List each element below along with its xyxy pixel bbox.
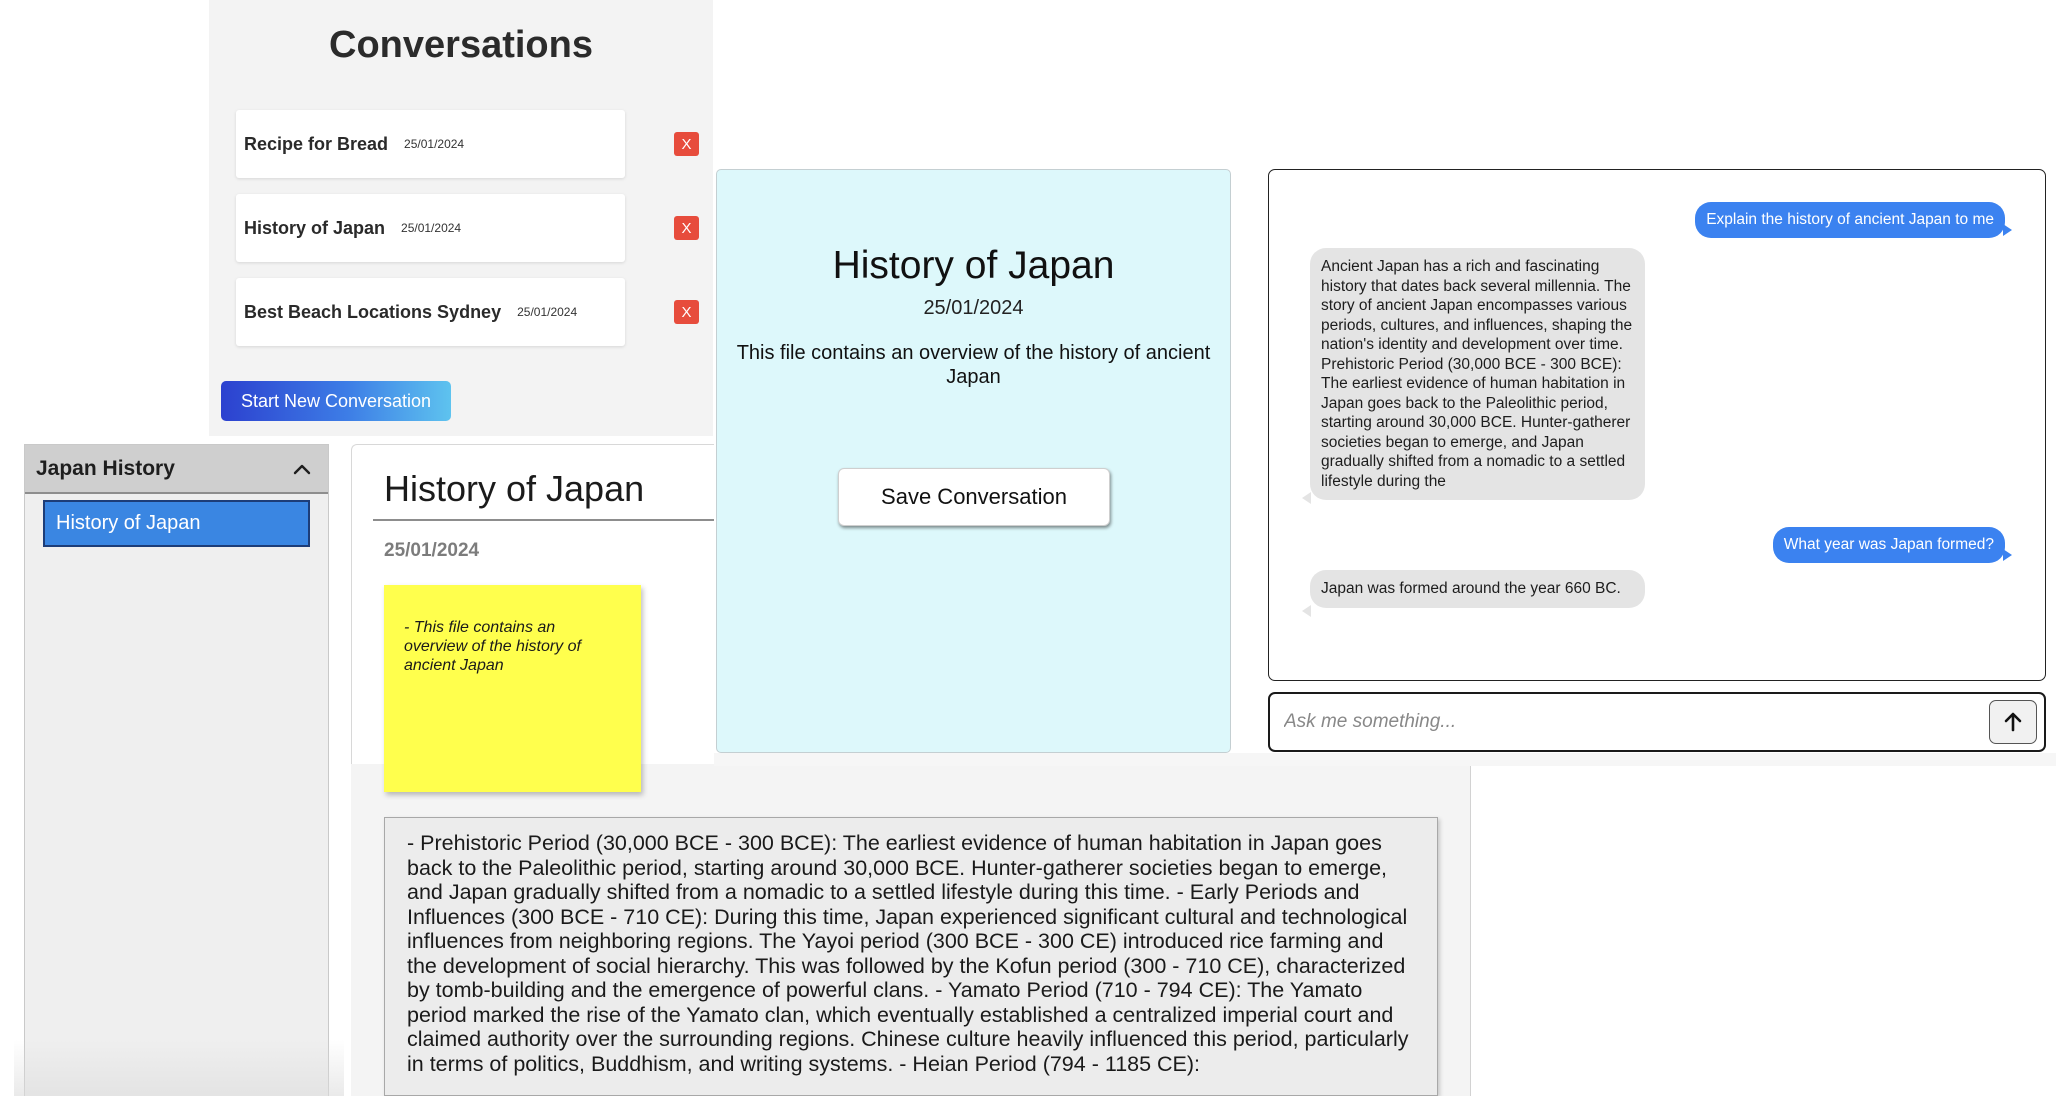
chat-panel: Explain the history of ancient Japan to … bbox=[1268, 169, 2046, 681]
detail-description: This file contains an overview of the hi… bbox=[736, 342, 1211, 388]
conversation-detail-card: History of Japan 25/01/2024 This file co… bbox=[716, 169, 1231, 753]
save-conversation-button[interactable]: Save Conversation bbox=[838, 468, 1110, 526]
conversations-title: Conversations bbox=[329, 24, 593, 66]
folder-sidebar: Japan History History of Japan bbox=[24, 444, 329, 1096]
document-title: History of Japan bbox=[384, 468, 645, 509]
sidebar-item-history-of-japan[interactable]: History of Japan bbox=[43, 500, 310, 547]
folder-name: Japan History bbox=[36, 456, 175, 480]
assistant-bubble-tail bbox=[1302, 492, 1311, 504]
conversation-item[interactable]: Recipe for Bread 25/01/2024 bbox=[236, 110, 625, 178]
conversation-date: 25/01/2024 bbox=[404, 137, 465, 151]
detail-date: 25/01/2024 bbox=[923, 297, 1024, 319]
arrow-up-icon bbox=[2004, 712, 2022, 732]
chat-input[interactable] bbox=[1284, 702, 1964, 742]
conversation-name: Best Beach Locations Sydney bbox=[244, 301, 502, 322]
conversation-name: History of Japan bbox=[244, 217, 386, 238]
user-bubble-tail bbox=[2003, 224, 2012, 236]
delete-conversation-button[interactable]: X bbox=[674, 216, 699, 240]
document-date: 25/01/2024 bbox=[384, 540, 480, 561]
conversation-item[interactable]: Best Beach Locations Sydney 25/01/2024 bbox=[236, 278, 625, 346]
chevron-up-icon[interactable] bbox=[292, 459, 312, 479]
assistant-message: Ancient Japan has a rich and fascinating… bbox=[1310, 248, 1645, 500]
user-message: Explain the history of ancient Japan to … bbox=[1695, 202, 2005, 238]
conversation-name: Recipe for Bread bbox=[244, 133, 389, 154]
start-new-conversation-button[interactable]: Start New Conversation bbox=[221, 381, 451, 421]
user-bubble-tail bbox=[2003, 549, 2012, 561]
assistant-message: Japan was formed around the year 660 BC. bbox=[1310, 570, 1645, 608]
send-button[interactable] bbox=[1989, 700, 2037, 744]
panel-divider bbox=[714, 753, 2056, 766]
conversation-date: 25/01/2024 bbox=[401, 221, 462, 235]
chat-input-bar bbox=[1268, 692, 2046, 752]
title-divider bbox=[373, 519, 714, 521]
sidebar-shadow bbox=[14, 1040, 344, 1096]
assistant-bubble-tail bbox=[1302, 605, 1311, 617]
sticky-note[interactable]: - This file contains an overview of the … bbox=[384, 585, 641, 792]
conversations-panel: Conversations Recipe for Bread 25/01/202… bbox=[209, 0, 713, 436]
user-message: What year was Japan formed? bbox=[1772, 527, 2005, 563]
delete-conversation-button[interactable]: X bbox=[674, 132, 699, 156]
conversation-date: 25/01/2024 bbox=[517, 305, 578, 319]
detail-title: History of Japan bbox=[832, 244, 1115, 287]
delete-conversation-button[interactable]: X bbox=[674, 300, 699, 324]
document-content[interactable]: - Prehistoric Period (30,000 BCE - 300 B… bbox=[384, 817, 1438, 1096]
folder-header[interactable]: Japan History bbox=[25, 445, 328, 494]
conversation-item[interactable]: History of Japan 25/01/2024 bbox=[236, 194, 625, 262]
